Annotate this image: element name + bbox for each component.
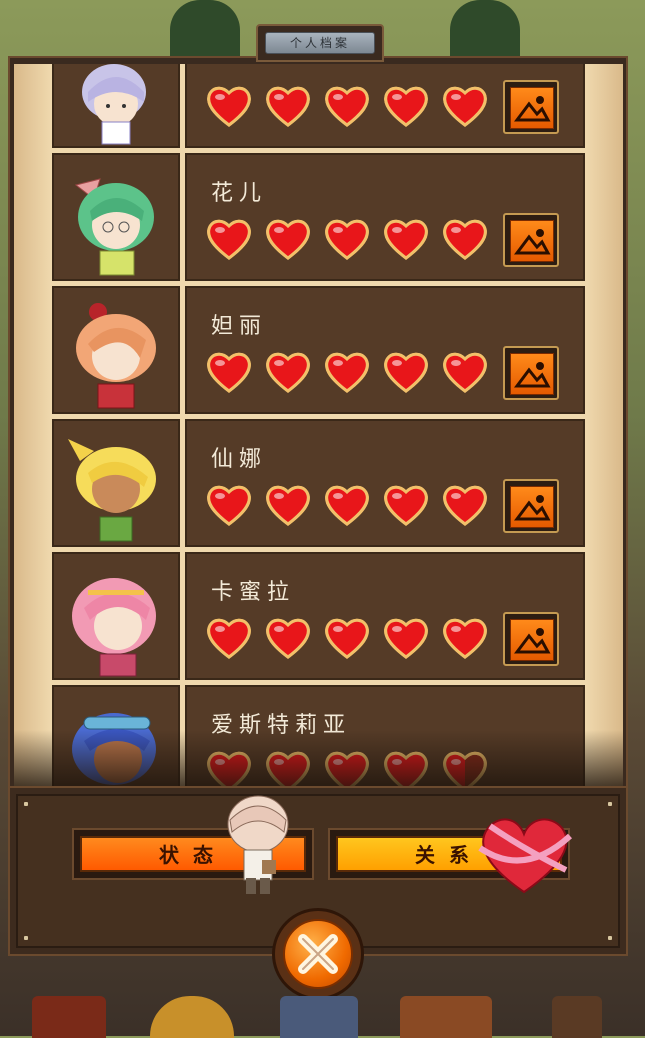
heart-full-icon: [441, 215, 489, 261]
heart-full-icon: [441, 82, 489, 128]
close-x-icon: [283, 919, 353, 989]
bag-icon[interactable]: [552, 996, 602, 1038]
heart-full-icon: [264, 481, 312, 527]
gallery-button[interactable]: [503, 80, 559, 134]
heart-full-icon: [382, 614, 430, 660]
heart-full-icon: [205, 614, 253, 660]
image-gallery-icon: [510, 87, 554, 129]
character-card: [185, 64, 585, 148]
book-icon[interactable]: [32, 996, 106, 1038]
heart-full-icon: [205, 82, 253, 128]
character-portrait-art: [74, 178, 154, 276]
bottom-dock: [0, 990, 645, 1038]
window-title: 个人档案: [265, 32, 375, 54]
background-tree: [170, 0, 240, 60]
character-row: [52, 64, 585, 148]
character-portrait[interactable]: [52, 552, 180, 680]
image-gallery-icon: [510, 353, 554, 395]
heart-full-icon: [205, 348, 253, 394]
character-portrait[interactable]: [52, 64, 180, 148]
character-card: 花儿: [185, 153, 585, 281]
character-portrait-art: [68, 439, 156, 542]
heart-full-icon: [382, 481, 430, 527]
list-fade-overlay: [14, 730, 623, 790]
heart-full-icon: [264, 614, 312, 660]
panel-rivet: [24, 802, 28, 806]
character-card: 仙娜: [185, 419, 585, 547]
panel-rivet: [608, 802, 612, 806]
character-row: 花儿: [52, 153, 585, 281]
character-card: 妲丽: [185, 286, 585, 414]
coin-icon[interactable]: [150, 996, 234, 1038]
character-portrait-art: [72, 578, 156, 677]
ribbon-heart-icon: [478, 818, 573, 894]
heart-full-icon: [323, 614, 371, 660]
heart-full-icon: [205, 215, 253, 261]
character-portrait-art: [76, 303, 156, 409]
character-name: 妲丽: [211, 314, 268, 339]
journal-icon[interactable]: [280, 996, 358, 1038]
character-portrait[interactable]: [52, 153, 180, 281]
character-row: 妲丽: [52, 286, 585, 414]
heart-full-icon: [323, 481, 371, 527]
heart-full-icon: [382, 215, 430, 261]
character-card: 卡蜜拉: [185, 552, 585, 680]
character-name: 卡蜜拉: [211, 580, 296, 605]
heart-full-icon: [441, 614, 489, 660]
heart-full-icon: [441, 348, 489, 394]
close-button[interactable]: [272, 908, 364, 1000]
character-portrait[interactable]: [52, 286, 180, 414]
heart-full-icon: [264, 82, 312, 128]
character-name: 花儿: [211, 181, 268, 206]
image-gallery-icon: [510, 619, 554, 661]
heart-full-icon: [323, 82, 371, 128]
heart-full-icon: [382, 348, 430, 394]
character-name: 仙娜: [211, 447, 268, 472]
character-portrait[interactable]: [52, 419, 180, 547]
heart-full-icon: [264, 215, 312, 261]
heart-full-icon: [382, 82, 430, 128]
heart-full-icon: [323, 348, 371, 394]
player-avatar: [227, 795, 289, 894]
character-portrait-art: [82, 64, 146, 145]
heart-full-icon: [205, 481, 253, 527]
gallery-button[interactable]: [503, 213, 559, 267]
background-tree: [450, 0, 520, 60]
character-list[interactable]: 花儿 妲丽 仙娜 卡蜜拉 爱斯特莉亚: [48, 64, 590, 786]
character-row: 仙娜: [52, 419, 585, 547]
gallery-button[interactable]: [503, 612, 559, 666]
panel-rivet: [608, 936, 612, 940]
chest-icon[interactable]: [400, 996, 492, 1038]
gallery-button[interactable]: [503, 346, 559, 400]
heart-full-icon: [264, 348, 312, 394]
panel-rivet: [24, 936, 28, 940]
gallery-button[interactable]: [503, 479, 559, 533]
image-gallery-icon: [510, 220, 554, 262]
heart-full-icon: [441, 481, 489, 527]
character-row: 卡蜜拉: [52, 552, 585, 680]
heart-full-icon: [323, 215, 371, 261]
window-title-tab: 个人档案: [256, 24, 384, 62]
image-gallery-icon: [510, 486, 554, 528]
